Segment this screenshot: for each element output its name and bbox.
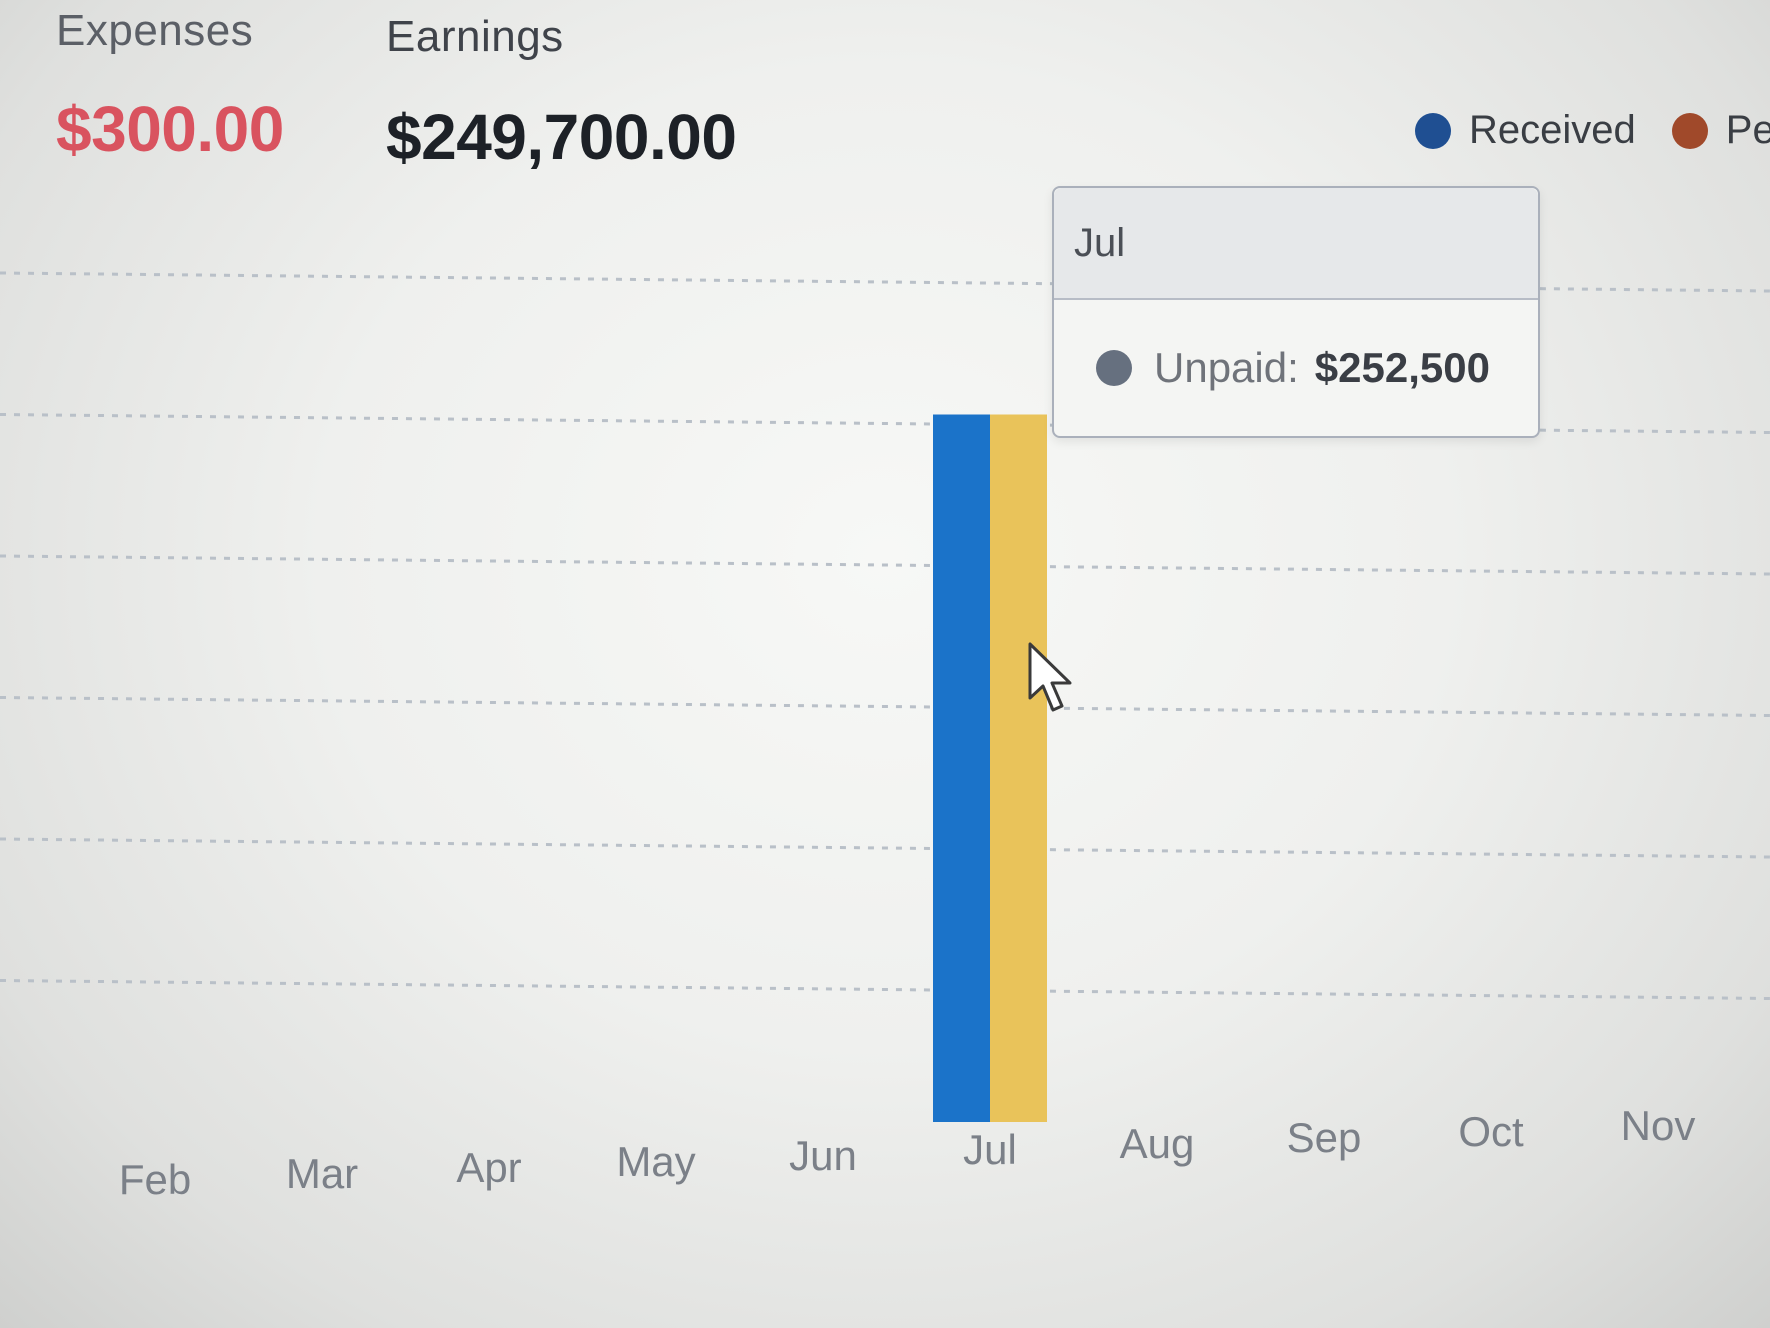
x-tick-label: Jun: [789, 1132, 857, 1179]
screen: Expenses Earnings $300.00 $249,700.00 Re…: [0, 0, 1770, 1328]
x-tick-label: Apr: [456, 1144, 521, 1191]
chart-tooltip: Jul Unpaid: $252,500: [1052, 186, 1540, 438]
x-tick-label: Aug: [1120, 1120, 1195, 1167]
tooltip-title: Jul: [1054, 188, 1538, 300]
x-tick-label: Jul: [963, 1126, 1017, 1173]
x-tick-label: Feb: [119, 1156, 191, 1203]
x-tick-label: Sep: [1287, 1114, 1362, 1161]
tooltip-series-label: Unpaid:: [1154, 344, 1299, 391]
grid-line: [0, 554, 1770, 576]
grid-line: [0, 837, 1770, 859]
bar-jul-series-1[interactable]: [933, 414, 990, 1123]
grid-line: [0, 696, 1770, 717]
x-tick-label: May: [616, 1138, 695, 1185]
tooltip-row: Unpaid: $252,500: [1054, 300, 1538, 436]
x-tick-label: Mar: [286, 1150, 358, 1197]
grid-line: [0, 979, 1770, 1000]
tooltip-series-dot: [1096, 350, 1132, 386]
tooltip-value: $252,500: [1314, 344, 1490, 391]
x-tick-label: Oct: [1458, 1108, 1524, 1155]
mouse-pointer-icon: [1028, 642, 1072, 712]
x-tick-label: Nov: [1621, 1102, 1696, 1149]
bar-jul-series-2[interactable]: [990, 414, 1047, 1123]
